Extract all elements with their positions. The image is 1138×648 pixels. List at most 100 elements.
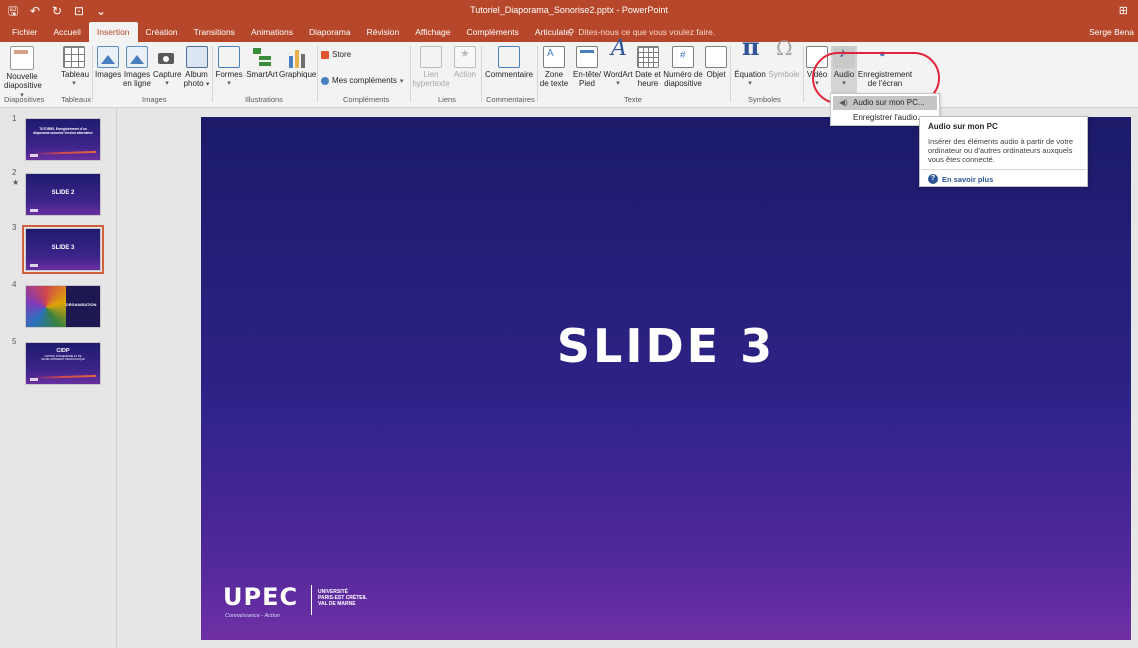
learn-more-label: En savoir plus: [942, 174, 994, 184]
colored-pencils-image: [26, 286, 66, 327]
chart-button[interactable]: Graphique: [279, 46, 316, 79]
slide-thumbnail-3[interactable]: SLIDE 3: [22, 225, 104, 274]
date-time-button[interactable]: Date et heure: [634, 46, 662, 88]
ribbon-tab-bar: Fichier Accueil Insertion Création Trans…: [0, 22, 1138, 42]
help-icon: ?: [928, 174, 938, 184]
tab-diaporama[interactable]: Diaporama: [301, 22, 359, 42]
slide-number-button[interactable]: Numéro de diapositive: [662, 46, 704, 88]
my-addins-button[interactable]: Mes compléments ▾: [321, 76, 403, 85]
transition-star-icon: ★: [12, 178, 20, 187]
thumbnail-text: ORGANISATION: [65, 302, 97, 307]
slide-canvas[interactable]: SLIDE 3 UPEC Connaissance - Action UNIVE…: [201, 117, 1131, 640]
tab-fichier[interactable]: Fichier: [4, 22, 46, 42]
new-slide-label-2-text: diapositive: [4, 81, 42, 90]
user-account[interactable]: Serge Bena: [1089, 22, 1134, 42]
pi-icon: [739, 42, 761, 68]
equation-button[interactable]: Équation ▾: [732, 42, 768, 88]
chevron-down-icon: ▾: [748, 80, 752, 87]
menu-item-audio-on-pc[interactable]: ◀) Audio sur mon PC...: [833, 96, 937, 110]
omega-icon: [773, 44, 795, 68]
group-separator: [212, 46, 213, 102]
photo-album-icon: [185, 46, 208, 68]
thumbnail-text: SLIDE 2: [51, 190, 75, 196]
header-footer-button[interactable]: En-tête/ Pied: [571, 46, 603, 88]
action-button[interactable]: Action: [452, 46, 478, 79]
tab-transitions[interactable]: Transitions: [186, 22, 243, 42]
logo-tagline: Connaissance - Action: [225, 613, 280, 619]
tab-creation[interactable]: Création: [138, 22, 186, 42]
group-separator: [92, 46, 93, 102]
date-label-2: heure: [637, 79, 659, 88]
group-label-images: Images: [142, 95, 167, 104]
group-label-tableaux: Tableaux: [61, 95, 92, 104]
slide-thumbnail-2[interactable]: SLIDE 2: [25, 173, 101, 216]
textbox-button[interactable]: Zone de texte: [539, 46, 569, 88]
chevron-down-icon: ▾: [227, 80, 231, 87]
group-separator: [730, 46, 731, 102]
new-slide-button[interactable]: Nouvelle diapositive ▾: [4, 46, 42, 100]
slide-thumbnail-5[interactable]: CIDP CENTRE D'INGENIERIE ET DE DEVELOPPE…: [25, 342, 101, 385]
group-label-commentaires: Commentaires: [486, 95, 535, 104]
object-icon: [705, 46, 727, 68]
album-label-2: photo ▾: [183, 79, 210, 89]
tab-revision[interactable]: Révision: [359, 22, 408, 42]
thumbnail-text: SLIDE 3: [51, 245, 75, 251]
smartart-button[interactable]: SmartArt: [245, 46, 279, 79]
symbol-button[interactable]: Symbole: [768, 44, 800, 79]
thumbnail-logo: [30, 154, 38, 157]
tab-accueil[interactable]: Accueil: [46, 22, 89, 42]
chevron-down-icon: ▾: [165, 80, 169, 87]
thumbnail-number: 5: [12, 337, 17, 346]
slide-thumbnail-4[interactable]: ORGANISATION: [25, 285, 101, 328]
table-button[interactable]: Tableau ▾: [61, 46, 90, 88]
slide-thumbnail-1[interactable]: TUTORIEL Enregistrement d'un diaporama s…: [25, 118, 101, 161]
ribbon-tabs: Fichier Accueil Insertion Création Trans…: [4, 22, 578, 42]
screenshot-button[interactable]: Capture ▾: [153, 46, 181, 88]
slide-title[interactable]: SLIDE 3: [201, 319, 1131, 373]
online-picture-icon: [126, 46, 148, 68]
tab-complements[interactable]: Compléments: [458, 22, 526, 42]
tell-me-search[interactable]: ⚲ Dites-nous ce que vous voulez faire.: [568, 22, 715, 42]
photo-album-button[interactable]: Album photo ▾: [183, 46, 210, 89]
picture-icon: [97, 46, 119, 68]
wordart-label: WordArt: [603, 70, 633, 79]
album-label-1: Album: [185, 70, 208, 79]
new-slide-label-1: Nouvelle: [6, 72, 38, 81]
action-label: Action: [453, 70, 477, 79]
tooltip-title: Audio sur mon PC: [928, 122, 998, 131]
thumbnail-text: CIDP: [56, 348, 70, 354]
ribbon-display-options-icon[interactable]: ⊞: [1119, 4, 1128, 17]
shapes-button[interactable]: Formes ▾: [214, 46, 244, 88]
images-label: Images: [95, 70, 122, 79]
tab-animations[interactable]: Animations: [243, 22, 301, 42]
online-images-label-2: en ligne: [122, 79, 152, 88]
object-button[interactable]: Objet: [704, 46, 728, 79]
images-button[interactable]: Images: [95, 46, 121, 79]
chart-icon: [286, 46, 308, 68]
tooltip-divider: [921, 169, 1086, 170]
learn-more-link[interactable]: ? En savoir plus: [928, 174, 993, 184]
logo-university-name: UNIVERSITÉ PARIS-EST CRÉTEIL VAL DE MARN…: [318, 589, 367, 607]
comment-button[interactable]: Commentaire: [483, 46, 535, 79]
group-separator: [410, 46, 411, 102]
group-label-liens: Liens: [438, 95, 456, 104]
group-label-complements: Compléments: [343, 95, 390, 104]
symbol-label: Symbole: [768, 70, 800, 79]
thumbnail-logo: [30, 378, 38, 381]
store-button[interactable]: Store: [321, 50, 351, 59]
tab-affichage[interactable]: Affichage: [407, 22, 458, 42]
equation-label: Équation: [734, 70, 766, 79]
tab-insertion[interactable]: Insertion: [88, 22, 138, 42]
header-label-2: Pied: [578, 79, 595, 88]
store-label: Store: [332, 50, 352, 59]
group-label-illustrations: Illustrations: [245, 95, 283, 104]
thumbnail-number: 3: [12, 223, 17, 232]
hyperlink-button[interactable]: Lien hypertexte: [412, 46, 450, 88]
slide-thumbnail-pane[interactable]: 1 TUTORIEL Enregistrement d'un diaporama…: [0, 108, 117, 648]
table-label: Tableau: [61, 70, 90, 79]
online-images-button[interactable]: Images en ligne: [122, 46, 152, 88]
speaker-small-icon: ◀): [839, 98, 848, 107]
wordart-button[interactable]: WordArt ▾: [603, 44, 633, 88]
header-footer-icon: [576, 46, 598, 68]
object-label: Objet: [706, 70, 726, 79]
